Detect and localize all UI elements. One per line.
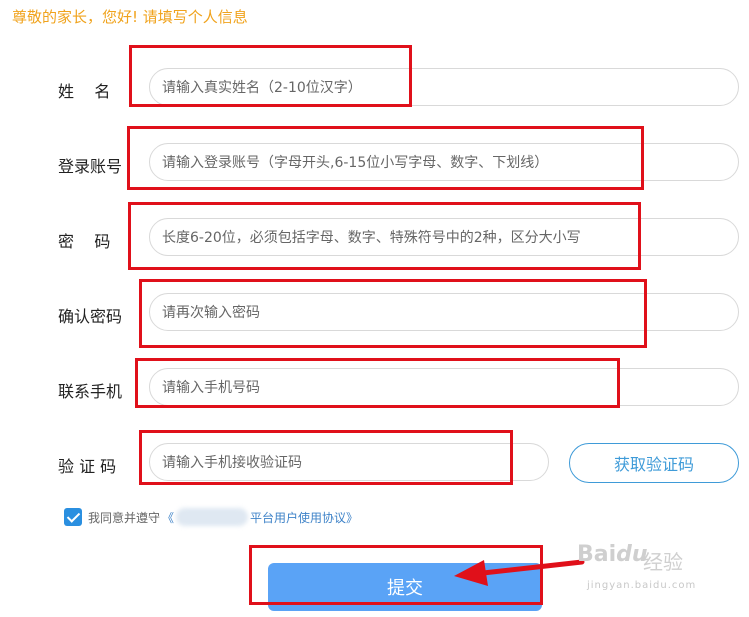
phone-placeholder: 请输入手机号码: [162, 380, 260, 396]
code-input[interactable]: 请输入手机接收验证码: [149, 443, 549, 481]
account-placeholder: 请输入登录账号（字母开头,6-15位小写字母、数字、下划线）: [162, 155, 549, 171]
agreement-link-open: 《: [162, 510, 175, 525]
confirm-password-placeholder: 请再次输入密码: [162, 305, 260, 321]
agreement-link[interactable]: 《 平台用户使用协议》: [162, 508, 358, 526]
agreement-checkbox[interactable]: [64, 508, 82, 526]
name-input[interactable]: 请输入真实姓名（2-10位汉字）: [149, 68, 739, 106]
confirm-password-input[interactable]: 请再次输入密码: [149, 293, 739, 331]
code-label: 验 证 码: [58, 457, 117, 476]
account-label: 登录账号: [58, 157, 123, 176]
confirm-password-label: 确认密码: [58, 307, 123, 326]
page-greeting: 尊敬的家长，您好! 请填写个人信息: [12, 8, 248, 26]
name-label: 姓 名: [58, 82, 111, 101]
watermark-text: 经验: [643, 550, 683, 574]
redacted-platform-name: [176, 508, 249, 526]
password-label: 密 码: [58, 232, 111, 251]
watermark-logo: Baidu: [577, 542, 648, 567]
password-placeholder: 长度6-20位，必须包括字母、数字、特殊符号中的2种，区分大小写: [162, 230, 581, 246]
account-input[interactable]: 请输入登录账号（字母开头,6-15位小写字母、数字、下划线）: [149, 143, 739, 181]
name-placeholder: 请输入真实姓名（2-10位汉字）: [162, 80, 362, 96]
agreement-row: 我同意并遵守 《 平台用户使用协议》: [64, 508, 358, 526]
password-input[interactable]: 长度6-20位，必须包括字母、数字、特殊符号中的2种，区分大小写: [149, 218, 739, 256]
get-code-button[interactable]: 获取验证码: [569, 443, 739, 483]
watermark-url: jingyan.baidu.com: [587, 580, 697, 591]
phone-input[interactable]: 请输入手机号码: [149, 368, 739, 406]
code-placeholder: 请输入手机接收验证码: [162, 455, 302, 471]
annotation-arrow-icon: [454, 559, 585, 586]
baidu-jingyan-watermark: Baidu 经验 jingyan.baidu.com: [573, 532, 749, 604]
agreement-link-rest: 平台用户使用协议》: [250, 510, 359, 525]
agreement-text: 我同意并遵守: [88, 510, 161, 525]
phone-label: 联系手机: [58, 382, 123, 401]
